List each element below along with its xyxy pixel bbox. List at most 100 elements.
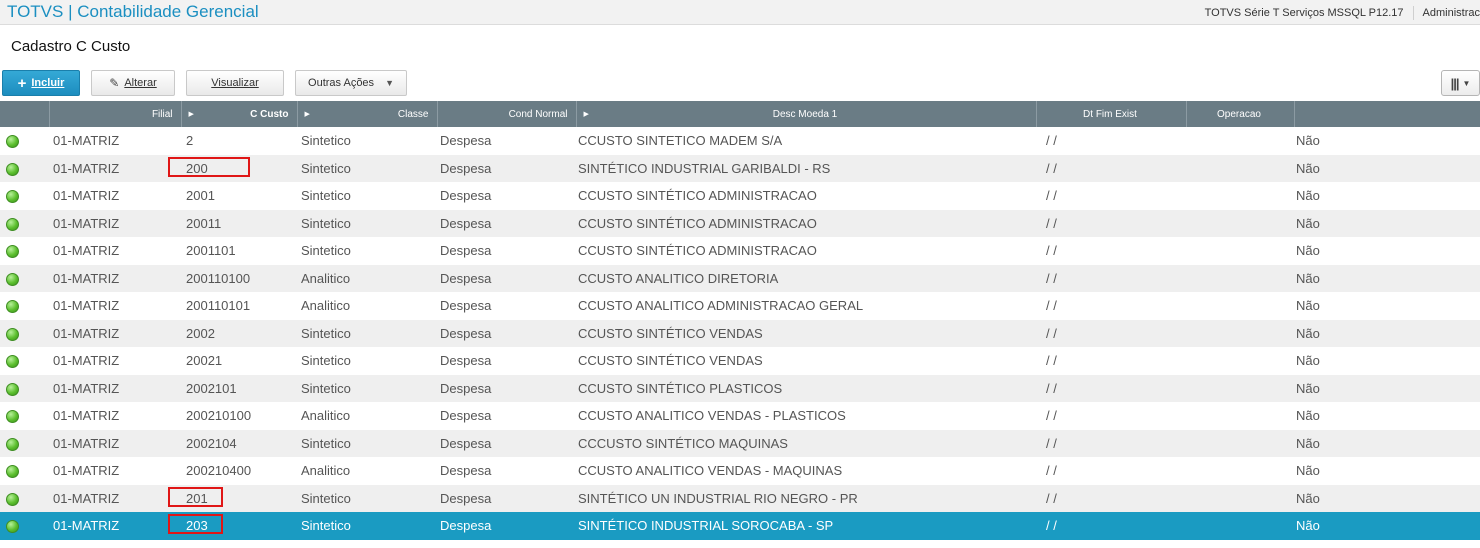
chevron-down-icon: ▼ [1462,78,1471,88]
columns-config-button[interactable]: ||| ▼ [1441,70,1480,96]
status-cell [0,429,49,457]
status-cell [0,182,49,210]
value-cell: Não [1294,154,1480,182]
cond-normal-cell: Despesa [437,237,576,265]
table-row[interactable]: 01-MATRIZ 200 Sintetico Despesa SINTÉTICO IN… [0,154,1480,182]
cond-normal-cell: Despesa [437,154,576,182]
dt-fim-exist-cell: / / [1036,127,1186,155]
desc-moeda-cell: CCUSTO SINTETICO MADEM S/A [576,127,1036,155]
more-actions-label: Outras Ações [308,77,375,89]
operacao-cell [1186,154,1294,182]
dt-fim-exist-cell: / / [1036,154,1186,182]
table-row[interactable]: 01-MATRIZ 2 Sintetico Despesa CCUSTO SINTETI… [0,127,1480,155]
system-info: TOTVS Série T Serviços MSSQL P12.17 Admi… [1205,0,1480,25]
green-status-icon [6,135,19,149]
desc-moeda-cell: CCUSTO ANALITICO VENDAS - MAQUINAS [576,457,1036,485]
green-status-icon [6,272,19,286]
dt-fim-exist-cell: / / [1036,402,1186,430]
column-header-cond-normal[interactable]: Cond Normal [437,101,577,127]
view-button[interactable]: Visualizar [186,70,284,96]
table-row[interactable]: 01-MATRIZ 20011 Sintetico Despesa CCUSTO SIN… [0,209,1480,237]
ccusto-value: 200110101 [186,298,251,314]
table-row[interactable]: 01-MATRIZ 203 Sintetico Despesa SINTÉTICO IN… [0,512,1480,540]
ccusto-cell: 2002101 [181,374,297,402]
table-row[interactable]: 01-MATRIZ 2002104 Sintetico Despesa CCCUSTO … [0,429,1480,457]
ccusto-cell: 2002104 [181,429,297,457]
classe-cell: Analitico [297,264,437,292]
classe-cell: Sintetico [297,154,437,182]
desc-moeda-cell: CCUSTO SINTÉTICO ADMINISTRACAO [576,237,1036,265]
desc-moeda-cell: CCUSTO SINTÉTICO ADMINISTRACAO [576,182,1036,210]
more-actions-button[interactable]: Outras Ações ▼ [295,70,407,96]
table-row[interactable]: 01-MATRIZ 200110100 Analitico Despesa CCUSTO… [0,264,1480,292]
dt-fim-exist-cell: / / [1036,512,1186,540]
filial-cell: 01-MATRIZ [49,154,181,182]
table-row[interactable]: 01-MATRIZ 200210100 Analitico Despesa CCUSTO… [0,402,1480,430]
ccusto-cell: 200210400 [181,457,297,485]
table-row[interactable]: 01-MATRIZ 2002101 Sintetico Despesa CCUSTO S… [0,374,1480,402]
operacao-cell [1186,429,1294,457]
include-button[interactable]: + Incluir [2,70,80,96]
ccusto-cell: 2001 [181,182,297,210]
dt-fim-exist-cell: / / [1036,264,1186,292]
table-row[interactable]: 01-MATRIZ 2001101 Sintetico Despesa CCUSTO S… [0,237,1480,265]
cond-normal-cell: Despesa [437,292,576,320]
view-button-label: Visualizar [211,77,259,89]
cond-normal-cell: Despesa [437,264,576,292]
column-header-filial[interactable]: Filial [49,101,182,127]
ccusto-cell: 200210100 [181,402,297,430]
column-header-status [0,101,50,127]
column-header-desc-moeda[interactable]: ▶ Desc Moeda 1 [576,101,1037,127]
filial-cell: 01-MATRIZ [49,457,181,485]
highlight-box [168,486,223,507]
value-cell: Não [1294,264,1480,292]
user-label[interactable]: Administrac [1414,7,1480,19]
table-row[interactable]: 01-MATRIZ 200110101 Analitico Despesa CCUSTO… [0,292,1480,320]
column-header-classe[interactable]: ▶ Classe [297,101,438,127]
status-cell [0,512,49,540]
green-status-icon [6,520,19,534]
column-header-classe-label: Classe [397,108,429,120]
operacao-cell [1186,127,1294,155]
plus-icon: + [17,74,27,92]
operacao-cell [1186,209,1294,237]
cond-normal-cell: Despesa [437,402,576,430]
ccusto-value: 2 [186,133,194,149]
column-header-ccusto[interactable]: ▶ C Custo [181,101,298,127]
column-header-operacao[interactable]: Operacao [1186,101,1295,127]
green-status-icon [6,162,19,176]
ccusto-value: 2001 [186,188,215,204]
value-cell: Não [1294,347,1480,375]
highlight-box [168,514,223,534]
green-status-icon [6,382,19,396]
dt-fim-exist-cell: / / [1036,319,1186,347]
desc-moeda-cell: CCUSTO ANALITICO VENDAS - PLASTICOS [576,402,1036,430]
highlight-box [168,156,250,177]
filial-cell: 01-MATRIZ [49,264,181,292]
column-header-operacao-label: Operacao [1217,108,1261,120]
status-cell [0,457,49,485]
ccusto-value: 2001101 [186,243,236,259]
grid-body: 01-MATRIZ 2 Sintetico Despesa CCUSTO SINTETI… [0,127,1480,540]
value-cell: Não [1294,402,1480,430]
dt-fim-exist-cell: / / [1036,457,1186,485]
table-row[interactable]: 01-MATRIZ 2002 Sintetico Despesa CCUSTO SINT… [0,319,1480,347]
environment-label: TOTVS Série T Serviços MSSQL P12.17 [1205,5,1414,20]
edit-button[interactable]: ✎ Alterar [91,70,175,96]
ccusto-cell: 200110100 [181,264,297,292]
desc-moeda-cell: CCUSTO SINTÉTICO VENDAS [576,347,1036,375]
classe-cell: Sintetico [297,484,437,512]
dt-fim-exist-cell: / / [1036,484,1186,512]
column-header-dt-fim-exist[interactable]: Dt Fim Exist [1036,101,1187,127]
dt-fim-exist-cell: / / [1036,182,1186,210]
filial-cell: 01-MATRIZ [49,237,181,265]
green-status-icon [6,410,19,424]
table-row[interactable]: 01-MATRIZ 20021 Sintetico Despesa CCUSTO SIN… [0,347,1480,375]
classe-cell: Sintetico [297,237,437,265]
table-row[interactable]: 01-MATRIZ 201 Sintetico Despesa SINTÉTICO UN… [0,484,1480,512]
cond-normal-cell: Despesa [437,127,576,155]
green-status-icon [6,245,19,259]
table-row[interactable]: 01-MATRIZ 2001 Sintetico Despesa CCUSTO SINT… [0,182,1480,210]
cost-center-grid: Filial ▶ C Custo ▶ Classe Cond Normal ▶ Des… [0,101,1480,540]
table-row[interactable]: 01-MATRIZ 200210400 Analitico Despesa CCUSTO… [0,457,1480,485]
